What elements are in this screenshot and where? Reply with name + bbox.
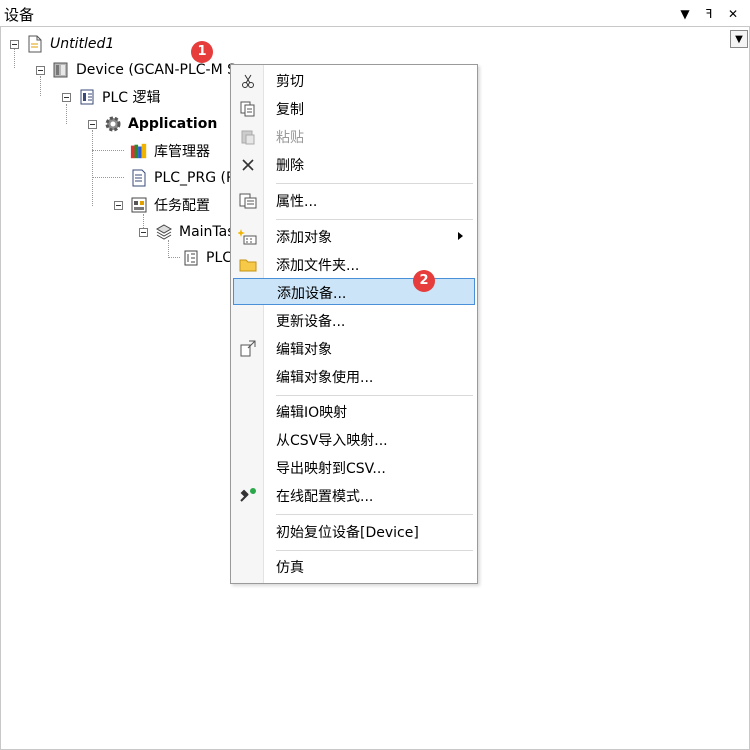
device-name: Device (GCAN-PLC-M Se	[76, 62, 245, 78]
menu-item-label: 导出映射到CSV...	[276, 461, 386, 477]
menu-item-properties[interactable]: 属性...	[233, 187, 475, 214]
menu-item-edit-object[interactable]: 编辑对象	[233, 335, 475, 362]
menu-item-label: 从CSV导入映射...	[276, 433, 388, 449]
collapse-toggle[interactable]	[139, 227, 148, 237]
plc-logic-label: PLC 逻辑	[102, 90, 161, 106]
menu-item-label: 粘贴	[276, 130, 304, 146]
collapse-toggle[interactable]	[36, 65, 45, 75]
paste-icon	[233, 123, 263, 150]
tree-node-plc-prg[interactable]: PLC_PRG (P	[130, 167, 234, 189]
plc-logic-icon	[78, 88, 96, 106]
menu-separator	[276, 219, 473, 220]
tree-line	[92, 177, 124, 178]
panel-title: 设备	[4, 6, 35, 24]
library-manager-label: 库管理器	[154, 144, 210, 160]
tree-node-task-config[interactable]: 任务配置	[114, 194, 210, 216]
menu-item-label: 剪切	[276, 74, 304, 90]
menu-item-edit-object-usage[interactable]: 编辑对象使用...	[233, 363, 475, 390]
menu-item-label: 在线配置模式...	[276, 489, 374, 505]
tree-scroll-dropdown-icon[interactable]: ▼	[730, 30, 748, 48]
tree-line	[92, 130, 93, 206]
pin-icon[interactable]: ꟻ	[700, 5, 718, 23]
menu-item-label: 初始复位设备[Device]	[276, 525, 419, 541]
tree-line	[92, 150, 124, 151]
menu-item-label: 编辑对象使用...	[276, 370, 374, 386]
project-name: Untitled1	[50, 36, 115, 52]
copy-icon	[233, 95, 263, 122]
folder-icon	[233, 251, 263, 278]
menu-item-reset-device[interactable]: 初始复位设备[Device]	[233, 518, 475, 545]
step-badge-1: 1	[191, 41, 213, 63]
plc-prg-label: PLC_PRG (P	[154, 170, 235, 186]
menu-item-import-csv[interactable]: 从CSV导入映射...	[233, 426, 475, 453]
scissors-icon	[233, 67, 263, 94]
menu-item-online-config[interactable]: 在线配置模式...	[233, 482, 475, 509]
edit-object-icon	[233, 335, 263, 362]
menu-item-label: 更新设备...	[276, 314, 346, 330]
menu-item-add-device[interactable]: 添加设备...	[233, 278, 475, 305]
menu-separator	[276, 514, 473, 515]
menu-item-label: 添加对象	[276, 230, 332, 246]
menu-item-update-device[interactable]: 更新设备...	[233, 307, 475, 334]
application-gear-icon	[104, 115, 122, 133]
device-icon	[52, 61, 70, 79]
menu-item-label: 属性...	[276, 194, 318, 210]
main-task-label: MainTas	[179, 224, 235, 240]
menu-item-export-csv[interactable]: 导出映射到CSV...	[233, 454, 475, 481]
application-label: Application	[128, 116, 218, 132]
menu-item-label: 添加文件夹...	[276, 258, 360, 274]
library-books-icon	[130, 142, 148, 160]
program-call-icon	[182, 249, 200, 267]
menu-item-add-folder[interactable]: 添加文件夹...	[233, 251, 475, 278]
online-config-icon	[233, 482, 263, 509]
step-badge-2: 2	[413, 270, 435, 292]
tree-node-plc-call[interactable]: PLC	[182, 247, 232, 269]
task-layers-icon	[155, 223, 173, 241]
collapse-toggle[interactable]	[114, 200, 123, 210]
context-menu: 剪切 复制 粘贴 删除 属性... 添加对象 添加文件夹... 添加设备... …	[230, 64, 478, 584]
delete-icon	[233, 151, 263, 178]
panel-titlebar: 设备 ▼ ꟻ ✕	[0, 0, 750, 27]
menu-item-label: 编辑IO映射	[276, 405, 348, 421]
tree-node-main-task[interactable]: MainTas	[139, 221, 235, 243]
menu-item-add-object[interactable]: 添加对象	[233, 223, 475, 250]
menu-item-copy[interactable]: 复制	[233, 95, 475, 122]
plc-call-label: PLC	[206, 250, 233, 266]
task-config-icon	[130, 196, 148, 214]
collapse-toggle[interactable]	[62, 92, 71, 102]
submenu-arrow-icon	[458, 232, 463, 240]
properties-icon	[233, 187, 263, 214]
menu-item-label: 复制	[276, 102, 304, 118]
program-file-icon	[130, 169, 148, 187]
panel-menu-dropdown-icon[interactable]: ▼	[676, 5, 694, 23]
menu-separator	[276, 395, 473, 396]
menu-item-label: 仿真	[276, 560, 304, 576]
collapse-toggle[interactable]	[10, 39, 19, 49]
collapse-toggle[interactable]	[88, 119, 97, 129]
tree-node-library-manager[interactable]: 库管理器	[130, 140, 210, 162]
menu-separator	[276, 183, 473, 184]
tree-node-device[interactable]: Device (GCAN-PLC-M Se	[36, 59, 245, 81]
menu-item-paste[interactable]: 粘贴	[233, 123, 475, 150]
menu-separator	[276, 550, 473, 551]
menu-item-label: 删除	[276, 158, 304, 174]
menu-item-edit-io-mapping[interactable]: 编辑IO映射	[233, 398, 475, 425]
close-icon[interactable]: ✕	[724, 5, 742, 23]
task-config-label: 任务配置	[154, 198, 210, 214]
project-file-icon	[26, 35, 44, 53]
tree-line	[168, 257, 180, 258]
add-object-icon	[233, 223, 263, 250]
tree-node-application[interactable]: Application	[88, 113, 217, 135]
menu-item-cut[interactable]: 剪切	[233, 67, 475, 94]
menu-item-label: 添加设备...	[277, 286, 347, 302]
tree-node-project[interactable]: Untitled1	[10, 33, 114, 55]
menu-item-delete[interactable]: 删除	[233, 151, 475, 178]
menu-item-simulation[interactable]: 仿真	[233, 553, 475, 580]
menu-item-label: 编辑对象	[276, 342, 332, 358]
tree-node-plc-logic[interactable]: PLC 逻辑	[62, 86, 160, 108]
